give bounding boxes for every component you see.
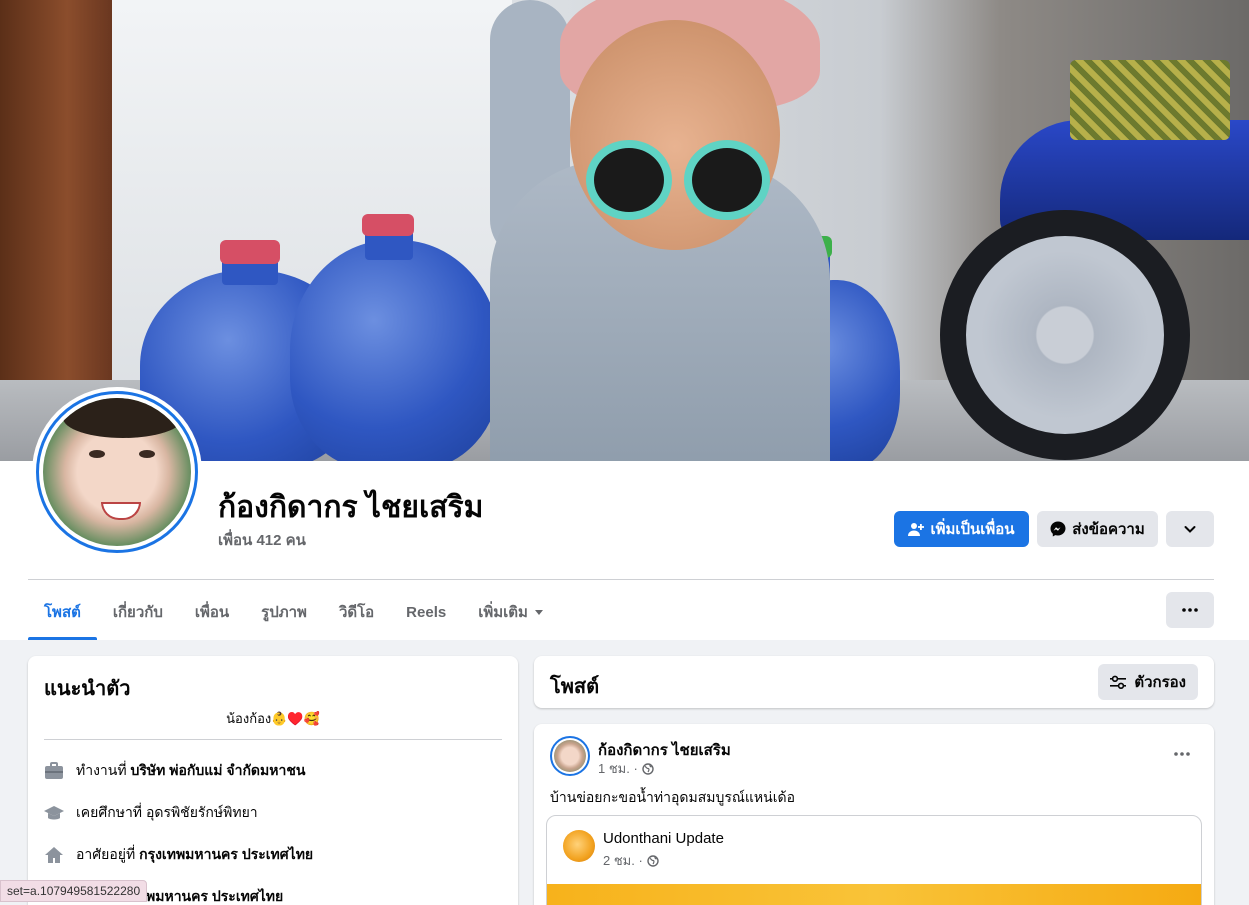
add-friend-icon — [908, 523, 925, 536]
tab-posts[interactable]: โพสต์ — [28, 584, 97, 640]
tab-videos[interactable]: วิดีโอ — [323, 584, 390, 640]
profile-options-button[interactable] — [1166, 511, 1214, 547]
shared-page-name[interactable]: Udonthani Update — [603, 830, 724, 847]
caret-down-icon — [534, 610, 543, 615]
intro-divider — [44, 739, 502, 740]
add-friend-button[interactable]: เพิ่มเป็นเพื่อน — [894, 511, 1029, 547]
shared-post[interactable]: Udonthani Update 2 ชม. · — [546, 815, 1202, 905]
home-icon — [44, 845, 64, 865]
profile-name: ก้องกิดากร ไชยเสริม — [218, 491, 484, 524]
profile-avatar[interactable] — [32, 387, 202, 557]
intro-work-prefix: ทำงานที่ — [76, 762, 127, 778]
post-text: บ้านข่อยกะขอน้ำท่าอุดมสมบูรณ์แหน่เด้อ — [550, 789, 795, 805]
message-label: ส่งข้อความ — [1072, 521, 1145, 538]
intro-title: แนะนำตัว — [44, 678, 131, 700]
tab-friends[interactable]: เพื่อน — [179, 584, 245, 640]
post-options-button[interactable] — [1164, 740, 1200, 768]
tab-more-label: เพิ่มเติม — [478, 604, 528, 621]
message-button[interactable]: ส่งข้อความ — [1037, 511, 1158, 547]
intro-lives: อาศัยอยู่ที่ กรุงเทพมหานคร ประเทศไทย — [44, 844, 313, 866]
globe-icon — [647, 854, 659, 867]
intro-from: เทพมหานคร ประเทศไทย — [132, 886, 283, 905]
header-divider — [28, 579, 1214, 580]
tab-reels[interactable]: Reels — [390, 584, 462, 640]
briefcase-icon — [44, 761, 64, 781]
intro-work-value[interactable]: บริษัท พ่อกับแม่ จำกัดมหาชน — [130, 762, 305, 778]
shared-post-image[interactable] — [547, 884, 1201, 905]
intro-edu-value[interactable]: อุดรพิชัยรักษ์พิทยา — [146, 804, 258, 820]
tab-more[interactable]: เพิ่มเติม — [462, 584, 560, 640]
shared-post-meta: 2 ชม. · — [603, 850, 659, 871]
globe-icon — [642, 762, 654, 775]
intro-lives-value[interactable]: กรุงเทพมหานคร ประเทศไทย — [139, 846, 313, 862]
shared-post-time[interactable]: 2 ชม. · — [603, 850, 643, 871]
post-meta: 1 ชม. · — [598, 758, 654, 779]
cover-photo[interactable] — [0, 0, 1249, 461]
shared-page-logo[interactable] — [563, 830, 595, 862]
intro-bio: น้องก้อง👶♥️🥰 — [226, 711, 320, 726]
intro-education: เคยศึกษาที่ อุดรพิชัยรักษ์พิทยา — [44, 802, 258, 824]
graduation-cap-icon — [44, 803, 64, 823]
intro-card: แนะนำตัว น้องก้อง👶♥️🥰 ทำงานที่ บริษัท พ่… — [28, 656, 518, 905]
chevron-down-icon — [1184, 526, 1196, 533]
status-bar-url: set=a.107949581522280 — [0, 880, 148, 902]
filter-label: ตัวกรอง — [1134, 674, 1186, 691]
intro-edu-prefix: เคยศึกษาที่ — [76, 804, 143, 820]
more-dots-icon — [1182, 608, 1198, 612]
filter-button[interactable]: ตัวกรอง — [1098, 664, 1198, 700]
post-card: ก้องกิดากร ไชยเสริม 1 ชม. · บ้านข่อยกะขอ… — [534, 724, 1214, 905]
friends-count[interactable]: เพื่อน 412 คน — [218, 528, 306, 552]
tab-photos[interactable]: รูปภาพ — [245, 584, 323, 640]
profile-tabs: โพสต์ เกี่ยวกับ เพื่อน รูปภาพ วิดีโอ Ree… — [28, 584, 560, 640]
filter-icon — [1110, 675, 1127, 689]
posts-header-card: โพสต์ ตัวกรอง — [534, 656, 1214, 708]
messenger-icon — [1050, 521, 1066, 537]
intro-work: ทำงานที่ บริษัท พ่อกับแม่ จำกัดมหาชน — [44, 760, 305, 782]
post-author-avatar[interactable] — [550, 736, 590, 776]
tab-about[interactable]: เกี่ยวกับ — [97, 584, 179, 640]
tabs-more-options-button[interactable] — [1166, 592, 1214, 628]
more-dots-icon — [1174, 752, 1190, 756]
post-time[interactable]: 1 ชม. · — [598, 758, 638, 779]
profile-header: ก้องกิดากร ไชยเสริม เพื่อน 412 คน เพิ่มเ… — [0, 0, 1249, 640]
intro-from-value[interactable]: เทพมหานคร ประเทศไทย — [132, 886, 283, 905]
add-friend-label: เพิ่มเป็นเพื่อน — [930, 521, 1015, 538]
posts-title: โพสต์ — [550, 676, 600, 698]
intro-lives-prefix: อาศัยอยู่ที่ — [76, 846, 136, 862]
